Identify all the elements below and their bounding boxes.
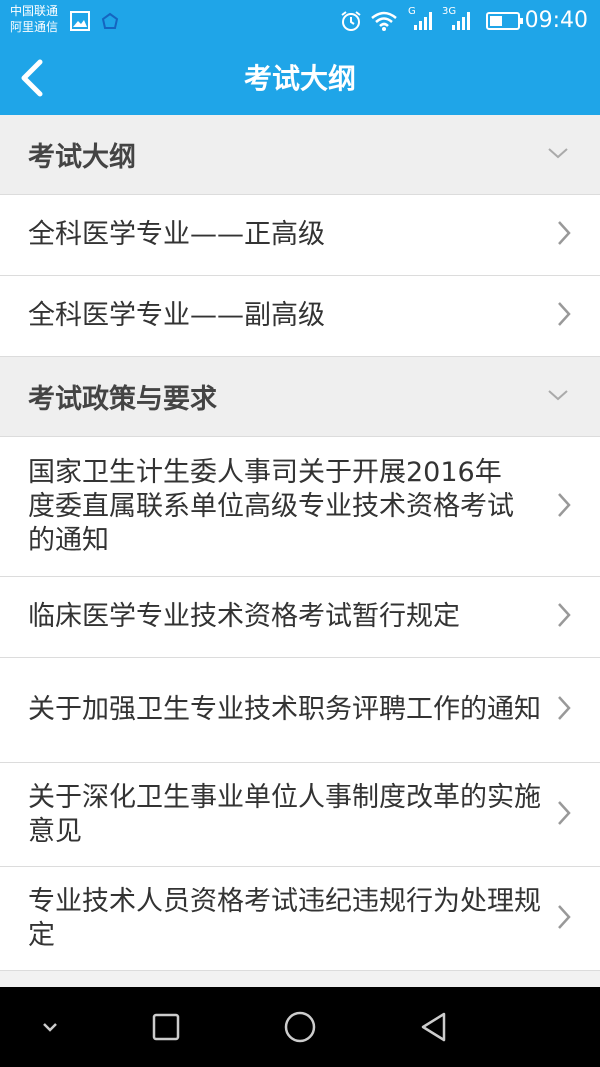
chevron-down-icon[interactable]: [30, 1007, 70, 1047]
section-label: 考试大纲: [28, 142, 136, 173]
chevron-right-icon: [554, 693, 574, 727]
chevron-right-icon: [554, 600, 574, 634]
list-item[interactable]: 国家卫生计生委人事司关于开展2016年度委直属联系单位高级专业技术资格考试的通知: [0, 437, 600, 577]
back-triangle-icon[interactable]: [414, 1007, 454, 1047]
section-label: 考试政策与要求: [28, 384, 217, 415]
section-header-exam-policy[interactable]: 考试政策与要求: [0, 357, 600, 437]
home-circle-icon[interactable]: [280, 1007, 320, 1047]
chevron-down-icon: [546, 387, 570, 406]
wifi-icon: [370, 10, 398, 36]
alarm-icon: [340, 10, 362, 36]
list-item[interactable]: 关于深化卫生事业单位人事制度改革的实施意见: [0, 763, 600, 867]
chevron-right-icon: [554, 299, 574, 333]
recents-square-icon[interactable]: [146, 1007, 186, 1047]
carrier-info: 中国联通 阿里通信: [10, 3, 58, 35]
list-item[interactable]: 专业技术人员资格考试违纪违规行为处理规定: [0, 867, 600, 971]
list-item-label: 临床医学专业技术资格考试暂行规定: [28, 601, 460, 632]
section-header-exam-syllabus[interactable]: 考试大纲: [0, 115, 600, 195]
chevron-right-icon: [554, 798, 574, 832]
list-item-label: 全科医学专业——正高级: [28, 219, 325, 250]
status-bar: 中国联通 阿里通信 G 3G 09:40: [0, 0, 600, 42]
syllabus-list: 考试大纲 全科医学专业——正高级 全科医学专业——副高级 考试政策与要求 国家卫…: [0, 115, 600, 971]
chevron-down-icon: [546, 145, 570, 164]
list-item-label: 全科医学专业——副高级: [28, 300, 325, 331]
clock-time: 09:40: [524, 8, 588, 33]
system-nav-bar: [0, 987, 600, 1067]
image-icon: [70, 11, 90, 35]
carrier-name-2: 阿里通信: [10, 20, 59, 34]
list-item[interactable]: 全科医学专业——副高级: [0, 276, 600, 357]
signal-icon: [414, 12, 432, 30]
list-item[interactable]: 临床医学专业技术资格考试暂行规定: [0, 577, 600, 658]
chevron-right-icon: [554, 490, 574, 524]
list-item-label: 专业技术人员资格考试违纪违规行为处理规定: [28, 885, 541, 951]
app-icon: [100, 12, 120, 36]
list-item-label: 关于加强卫生专业技术职务评聘工作的通知: [28, 694, 541, 725]
battery-icon: [486, 11, 524, 35]
list-item-label: 关于深化卫生事业单位人事制度改革的实施意见: [28, 781, 541, 847]
chevron-right-icon: [554, 218, 574, 252]
list-item[interactable]: 全科医学专业——正高级: [0, 195, 600, 276]
list-item[interactable]: 关于加强卫生专业技术职务评聘工作的通知: [0, 658, 600, 763]
signal-3g-icon: [452, 12, 470, 30]
app-bar: 考试大纲: [0, 42, 600, 115]
list-item-label: 国家卫生计生委人事司关于开展2016年度委直属联系单位高级专业技术资格考试的通知: [28, 456, 514, 556]
carrier-name-1: 中国联通: [10, 4, 59, 18]
chevron-right-icon: [554, 902, 574, 936]
page-title: 考试大纲: [243, 62, 356, 95]
